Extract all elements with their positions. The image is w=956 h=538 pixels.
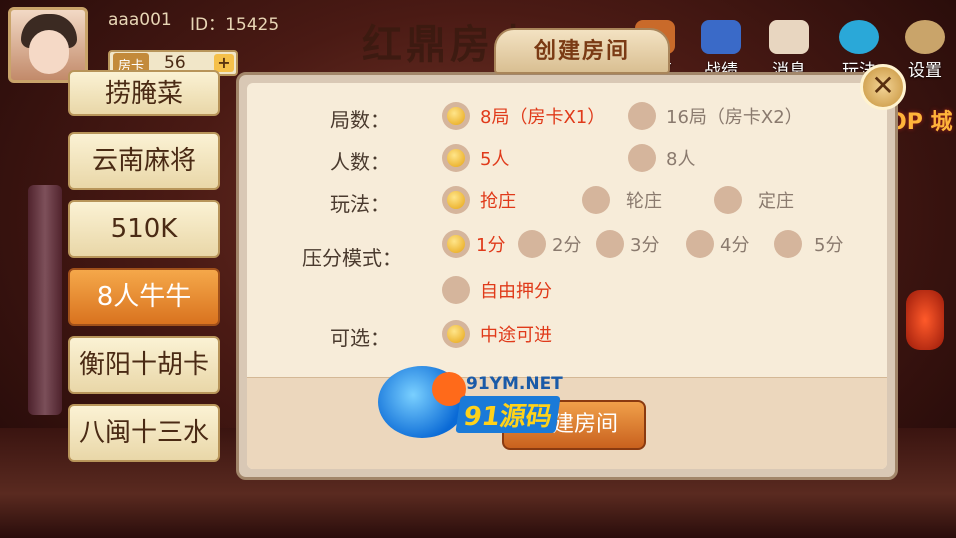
optional-label: 可选： xyxy=(330,326,390,350)
option-label: 轮庄 xyxy=(626,191,662,212)
bet-option-2[interactable]: 2分 xyxy=(518,230,581,258)
envelope-icon xyxy=(769,20,809,54)
option-label: 5人 xyxy=(480,149,510,170)
mode-option-rotate[interactable]: 轮庄 xyxy=(582,186,662,214)
game-menu-item[interactable]: 衡阳十胡卡 xyxy=(68,336,220,394)
radio-icon xyxy=(596,230,624,258)
watermark-brand: 91源码 xyxy=(455,396,561,433)
radio-selected-icon xyxy=(442,186,470,214)
bet-option-5[interactable]: 5分 xyxy=(774,230,843,258)
add-card-button[interactable]: + xyxy=(214,54,234,72)
gear-icon xyxy=(905,20,945,54)
radio-icon xyxy=(582,186,610,214)
game-menu-item[interactable]: 八闽十三水 xyxy=(68,404,220,462)
magnifier-icon xyxy=(839,20,879,54)
option-label: 8人 xyxy=(666,149,696,170)
option-label: 自由押分 xyxy=(480,281,552,302)
option-label: 8局（房卡X1） xyxy=(480,107,606,128)
radio-selected-icon xyxy=(442,230,470,258)
game-menu-item[interactable]: 云南麻将 xyxy=(68,132,220,190)
radio-icon xyxy=(686,230,714,258)
rounds-option-16[interactable]: 16局（房卡X2） xyxy=(628,102,803,130)
join-midway-option[interactable]: 中途可进 xyxy=(442,320,552,348)
settings-button[interactable]: 设置 xyxy=(896,20,954,81)
record-icon xyxy=(701,20,741,54)
settings-label: 设置 xyxy=(908,61,942,81)
bet-mode-label: 压分模式： xyxy=(302,246,402,270)
radio-icon xyxy=(714,186,742,214)
game-menu-item[interactable]: 510K xyxy=(68,200,220,258)
radio-icon xyxy=(442,276,470,304)
close-button[interactable]: ✕ xyxy=(860,64,906,110)
watermark-url: 91YM.NET xyxy=(466,374,563,394)
players-label: 人数： xyxy=(330,150,390,174)
radio-icon xyxy=(518,230,546,258)
option-label: 2分 xyxy=(552,235,582,256)
radio-selected-icon xyxy=(442,320,470,348)
lantern-decoration xyxy=(906,290,944,350)
rounds-option-8[interactable]: 8局（房卡X1） xyxy=(442,102,605,130)
radio-icon xyxy=(628,102,656,130)
players-option-5[interactable]: 5人 xyxy=(442,144,509,172)
option-label: 定庄 xyxy=(758,191,794,212)
option-label: 5分 xyxy=(814,235,844,256)
dialog-title: 创建房间 xyxy=(494,28,670,74)
bet-option-3[interactable]: 3分 xyxy=(596,230,659,258)
rounds-label: 局数： xyxy=(330,108,390,132)
user-id: ID：15425 xyxy=(190,15,280,35)
username: aaa001 xyxy=(108,10,172,30)
option-label: 中途可进 xyxy=(480,325,552,346)
mode-label: 玩法： xyxy=(330,192,390,216)
option-label: 16局（房卡X2） xyxy=(666,107,803,128)
radio-icon xyxy=(774,230,802,258)
option-label: 1分 xyxy=(476,235,506,256)
option-label: 抢庄 xyxy=(480,191,516,212)
radio-selected-icon xyxy=(442,102,470,130)
mode-option-fixed[interactable]: 定庄 xyxy=(714,186,794,214)
option-label: 3分 xyxy=(630,235,660,256)
bet-option-4[interactable]: 4分 xyxy=(686,230,749,258)
radio-icon xyxy=(628,144,656,172)
mode-option-grab[interactable]: 抢庄 xyxy=(442,186,516,214)
bet-option-free[interactable]: 自由押分 xyxy=(442,276,552,304)
game-menu-item-active[interactable]: 8人牛牛 xyxy=(68,268,220,326)
bet-option-1[interactable]: 1分 xyxy=(442,230,505,258)
option-label: 4分 xyxy=(720,235,750,256)
radio-selected-icon xyxy=(442,144,470,172)
scroll-decoration xyxy=(28,185,62,415)
players-option-8[interactable]: 8人 xyxy=(628,144,695,172)
game-menu-item[interactable]: 捞腌菜 xyxy=(68,70,220,116)
